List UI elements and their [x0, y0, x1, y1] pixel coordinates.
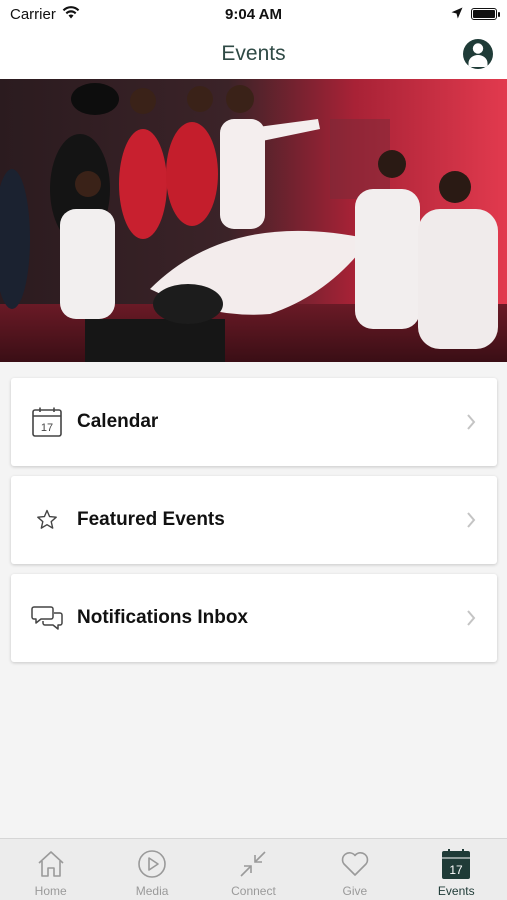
tab-give[interactable]: Give: [304, 847, 405, 898]
status-bar: Carrier 9:04 AM: [0, 0, 507, 28]
heart-icon: [338, 847, 372, 881]
chevron-right-icon: [467, 610, 476, 626]
menu-item-notifications-inbox[interactable]: Notifications Inbox: [11, 574, 497, 662]
tab-media[interactable]: Media: [102, 847, 203, 898]
calendar-day-number: 17: [450, 863, 464, 877]
tab-label: Give: [342, 884, 368, 898]
calendar-day-number: 17: [41, 422, 53, 434]
star-icon: [31, 504, 63, 536]
profile-button[interactable]: [463, 39, 493, 69]
page-title: Events: [221, 41, 286, 65]
menu-item-label: Featured Events: [77, 509, 225, 530]
nav-header: Events: [0, 28, 507, 79]
hero-image: [0, 79, 507, 362]
tab-label: Media: [135, 884, 169, 898]
events-menu: 17 Calendar Featured Events Notification…: [11, 378, 497, 672]
play-icon: [135, 847, 169, 881]
carrier-label: Carrier: [10, 5, 56, 23]
location-arrow-icon: [451, 6, 463, 23]
calendar-icon: 17: [31, 406, 63, 438]
status-right: [451, 6, 500, 23]
tab-bar: Home Media Connect Give 17 Events: [0, 838, 507, 900]
calendar-icon: 17: [439, 847, 473, 881]
menu-item-label: Notifications Inbox: [77, 607, 248, 628]
home-icon: [34, 847, 68, 881]
menu-item-featured-events[interactable]: Featured Events: [11, 476, 497, 564]
tab-label: Home: [34, 884, 67, 898]
arrows-in-icon: [236, 847, 270, 881]
menu-item-label: Calendar: [77, 411, 159, 432]
chat-bubbles-icon: [31, 602, 63, 634]
chevron-right-icon: [467, 414, 476, 430]
tab-home[interactable]: Home: [0, 847, 101, 898]
chevron-right-icon: [467, 512, 476, 528]
menu-item-calendar[interactable]: 17 Calendar: [11, 378, 497, 466]
battery-icon: [471, 8, 500, 20]
tab-connect[interactable]: Connect: [203, 847, 304, 898]
tab-events[interactable]: 17 Events: [406, 847, 507, 898]
tab-label: Events: [437, 884, 475, 898]
status-left: Carrier: [10, 6, 80, 23]
tab-label: Connect: [231, 884, 276, 898]
wifi-icon: [62, 5, 80, 23]
user-avatar-icon: [463, 39, 493, 69]
